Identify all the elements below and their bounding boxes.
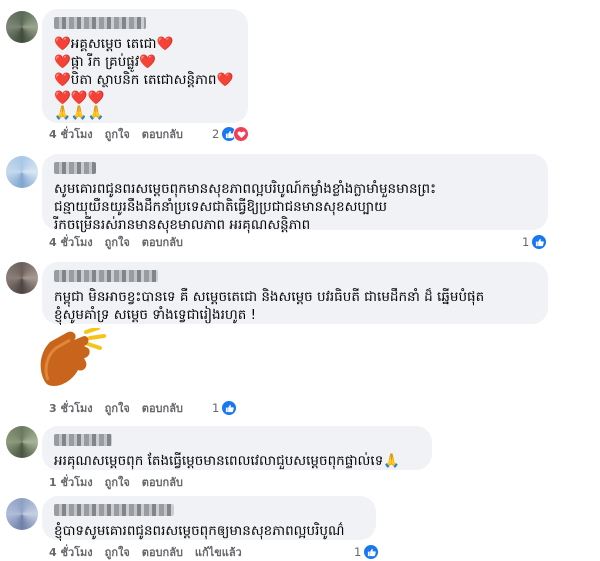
like-icon [221,400,238,416]
avatar[interactable] [6,426,38,458]
like-action[interactable]: ถูกใจ [105,233,130,251]
love-icon [233,126,250,142]
comment-text-line: ជន្មាយុយឺនយូរនឹងដឹកនាំប្រទេសជាតិធ្វើឱ្យប… [54,199,387,215]
comment-text-line: រីកចម្រើនរស់រាន​មានសុខមាលភាព អរគុណសន្តិភ… [54,217,311,233]
comment-text-line: សូមគោរពជូនពរសម្តេចពុកមានសុខភាពល្អបរិបូណ៍… [54,181,437,197]
avatar[interactable] [6,498,38,530]
author-name[interactable] [54,17,146,29]
comment-actions: 4 ชั่วโมง ถูกใจ ตอบกลับ แก้ไขแล้ว [49,544,242,560]
avatar[interactable] [6,11,38,43]
like-action[interactable]: ถูกใจ [105,399,130,417]
comment-actions: 1 ชั่วโมง ถูกใจ ตอบกลับ [49,474,183,490]
timestamp[interactable]: 1 ชั่วโมง [49,473,93,491]
comment-text-line: អរគុណសម្តេចពុក តែង​ធ្វើម្តេចមានពេលវេលាជួ… [54,453,401,469]
like-action[interactable]: ถูกใจ [105,125,130,143]
comment-actions: 4 ชั่วโมง ถูกใจ ตอบกลับ [49,234,183,250]
reaction-summary[interactable]: 1 [522,234,548,250]
reply-action[interactable]: ตอบกลับ [142,473,183,491]
comment-text-line: ❤️បិតា ស្ថាបនិក តេជោសន្តិភាព❤️ [54,72,234,88]
timestamp[interactable]: 4 ชั่วโมง [49,233,93,251]
author-name[interactable] [54,270,158,282]
reaction-summary[interactable]: 1 [212,400,238,416]
timestamp[interactable]: 4 ชั่วโมง [49,543,93,561]
reaction-count: 1 [212,401,220,415]
edited-label[interactable]: แก้ไขแล้ว [195,543,242,561]
reaction-summary[interactable]: 1 [354,544,380,560]
like-icon [363,544,380,560]
reaction-summary[interactable]: 2 [212,126,250,142]
reaction-count: 1 [522,235,530,249]
comment-text-line: ❤️ផ្កា រីក គ្រប់ផ្លូវ❤️ [54,54,156,70]
avatar[interactable] [6,262,38,294]
comment-text-line: ❤️អគ្គសម្តេច តេជោ❤️ [54,36,174,52]
author-name[interactable] [54,434,112,446]
reaction-count: 1 [354,545,362,559]
comment-text-line: ខ្ញុំបាទសូមគោរពជូនពរសម្តេចពុកឲ្យមានសុខភា… [54,523,345,539]
comment-bubble: ខ្ញុំបាទសូមគោរពជូនពរសម្តេចពុកឲ្យមានសុខភា… [42,496,376,540]
comment-bubble: កម្ពុជា មិនអាចខ្វះបានទេ គឺ សម្តេចតេជោ និ… [42,262,548,324]
comment-bubble: ❤️អគ្គសម្តេច តេជោ❤️ ❤️ផ្កា រីក គ្រប់ផ្លូ… [42,9,248,123]
reply-action[interactable]: ตอบกลับ [142,125,183,143]
comment-actions: 4 ชั่วโมง ถูกใจ ตอบกลับ [49,126,183,142]
comment-text-line: 🙏🙏🙏 [54,105,105,121]
like-icon [531,234,548,250]
author-name[interactable] [54,504,174,516]
clapping-hands-sticker[interactable] [38,326,108,390]
like-action[interactable]: ถูกใจ [105,543,130,561]
avatar[interactable] [6,156,38,188]
comment-text-line: កម្ពុជា មិនអាចខ្វះបានទេ គឺ សម្តេចតេជោ និ… [54,289,485,305]
timestamp[interactable]: 4 ชั่วโมง [49,125,93,143]
comment-actions: 3 ชั่วโมง ถูกใจ ตอบกลับ [49,400,183,416]
like-action[interactable]: ถูกใจ [105,473,130,491]
reply-action[interactable]: ตอบกลับ [142,399,183,417]
comment-bubble: អរគុណសម្តេចពុក តែង​ធ្វើម្តេចមានពេលវេលាជួ… [42,426,432,470]
timestamp[interactable]: 3 ชั่วโมง [49,399,93,417]
reply-action[interactable]: ตอบกลับ [142,543,183,561]
comment-text-line: ខ្ញុំសូមគាំទ្រ សម្តេច ទាំងទ្វេជារៀងរហូត … [54,307,256,323]
reaction-count: 2 [212,127,220,141]
reply-action[interactable]: ตอบกลับ [142,233,183,251]
author-name[interactable] [54,162,96,174]
comment-bubble: សូមគោរពជូនពរសម្តេចពុកមានសុខភាពល្អបរិបូណ៍… [42,154,548,233]
